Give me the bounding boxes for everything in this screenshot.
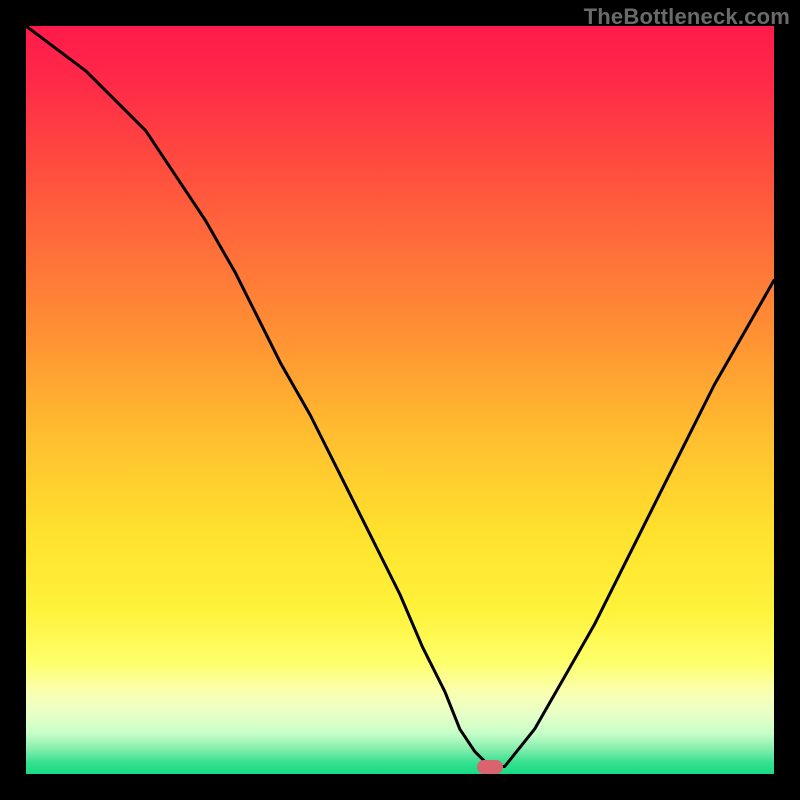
plot-area — [26, 26, 774, 774]
optimum-marker — [477, 760, 503, 774]
bottleneck-curve — [26, 26, 774, 774]
chart-frame: TheBottleneck.com — [0, 0, 800, 800]
